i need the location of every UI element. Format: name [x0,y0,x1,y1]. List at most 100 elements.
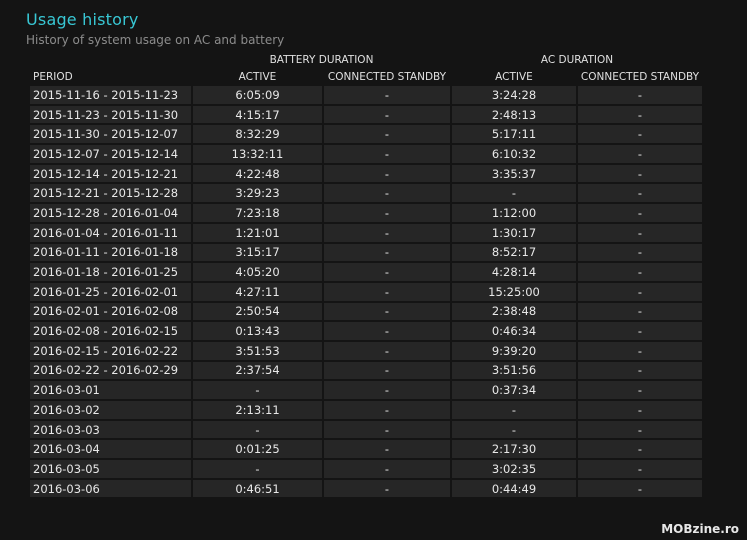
table-row: 2016-03-02 2:13:11- - - [30,401,702,419]
ac-standby-cell: - [578,243,702,262]
battery-active-cell: 2:13:11 [193,401,322,419]
battery-standby-cell: - [324,184,450,203]
ac-active-cell: 1:30:17 [452,223,576,242]
ac-active-cell: 2:48:13 [452,105,576,124]
battery-standby-cell: - [324,420,450,439]
ac-standby-cell: - [578,223,702,242]
battery-active-cell: 4:22:48 [193,164,322,183]
battery-active-cell: 4:05:20 [193,263,322,281]
ac-active-cell: 6:10:32 [452,145,576,163]
table-row: 2016-02-22 - 2016-02-29 2:37:54-3:51:56- [30,361,702,380]
battery-active-cell: 4:15:17 [193,105,322,124]
battery-standby-cell: - [324,86,450,104]
ac-active-cell: 2:38:48 [452,302,576,321]
table-row: 2016-03-01- -0:37:34- [30,381,702,399]
table-row: 2016-01-04 - 2016-01-11 1:21:01-1:30:17- [30,223,702,242]
period-cell: 2016-02-15 - 2016-02-22 [30,341,191,360]
table-row: 2015-12-21 - 2015-12-28 3:29:23- - - [30,184,702,203]
ac-standby-cell: - [578,145,702,163]
page-subtitle: History of system usage on AC and batter… [26,33,285,47]
period-cell: 2015-12-28 - 2016-01-04 [30,204,191,222]
battery-active-cell: 4:27:11 [193,282,322,301]
battery-duration-header: BATTERY DURATION [269,53,374,66]
group-header-row: BATTERY DURATION AC DURATION [30,52,702,67]
ac-active-cell: - [452,420,576,439]
ac-active-cell: 15:25:00 [452,282,576,301]
battery-active-cell: - [193,381,322,399]
battery-standby-cell: - [324,322,450,340]
ac-active-cell: 0:46:34 [452,322,576,340]
period-cell: 2016-01-11 - 2016-01-18 [30,243,191,262]
column-header-row: PERIOD ACTIVE CONNECTED STANDBY ACTIVE C… [30,69,702,84]
ac-standby-cell: - [578,460,702,478]
ac-standby-cell: - [578,440,702,459]
ac-standby-cell: - [578,401,702,419]
battery-standby-cell: - [324,164,450,183]
battery-active-cell: 2:37:54 [193,361,322,380]
battery-standby-cell: - [324,381,450,399]
ac-standby-cell: - [578,302,702,321]
table-body: 2015-11-16 - 2015-11-23 6:05:09-3:24:28-2… [30,86,702,498]
table-row: 2016-02-08 - 2016-02-15 0:13:43-0:46:34- [30,322,702,340]
ac-standby-cell: - [578,381,702,399]
ac-active-cell: 0:37:34 [452,381,576,399]
battery-active-column-header: ACTIVE [238,70,277,83]
battery-active-cell: 13:32:11 [193,145,322,163]
period-cell: 2016-03-04 [30,440,191,459]
table-row: 2016-01-11 - 2016-01-18 3:15:17-8:52:17- [30,243,702,262]
usage-history-page: Usage history History of system usage on… [0,0,747,540]
battery-active-cell: 1:21:01 [193,223,322,242]
ac-standby-cell: - [578,479,702,498]
ac-active-cell: 2:17:30 [452,440,576,459]
battery-active-cell: 3:29:23 [193,184,322,203]
battery-standby-column-header: CONNECTED STANDBY [327,70,447,83]
table-row: 2016-01-18 - 2016-01-25 4:05:20-4:28:14- [30,263,702,281]
battery-standby-cell: - [324,460,450,478]
ac-active-cell: 1:12:00 [452,204,576,222]
battery-standby-cell: - [324,105,450,124]
period-cell: 2015-11-23 - 2015-11-30 [30,105,191,124]
period-cell: 2016-02-01 - 2016-02-08 [30,302,191,321]
battery-standby-cell: - [324,243,450,262]
battery-standby-cell: - [324,401,450,419]
period-cell: 2016-01-25 - 2016-02-01 [30,282,191,301]
table-row: 2016-02-15 - 2016-02-22 3:51:53-9:39:20- [30,341,702,360]
period-cell: 2016-03-05 [30,460,191,478]
table-row: 2015-12-14 - 2015-12-21 4:22:48-3:35:37- [30,164,702,183]
table-row: 2015-12-28 - 2016-01-04 7:23:18-1:12:00- [30,204,702,222]
battery-active-cell: 6:05:09 [193,86,322,104]
ac-active-cell: 3:02:35 [452,460,576,478]
battery-standby-cell: - [324,302,450,321]
ac-active-cell: 8:52:17 [452,243,576,262]
period-cell: 2016-03-01 [30,381,191,399]
battery-active-cell: 0:01:25 [193,440,322,459]
period-cell: 2015-12-21 - 2015-12-28 [30,184,191,203]
battery-standby-cell: - [324,479,450,498]
ac-active-column-header: ACTIVE [495,70,533,83]
ac-standby-column-header: CONNECTED STANDBY [580,70,700,83]
ac-active-cell: - [452,184,576,203]
battery-standby-cell: - [324,440,450,459]
page-title: Usage history [26,10,139,29]
battery-standby-cell: - [324,361,450,380]
ac-standby-cell: - [578,164,702,183]
battery-active-cell: - [193,460,322,478]
group-header-spacer [30,52,191,67]
battery-active-cell: 0:13:43 [193,322,322,340]
table-row: 2016-03-03- - - - [30,420,702,439]
period-cell: 2015-11-16 - 2015-11-23 [30,86,191,104]
ac-standby-cell: - [578,322,702,340]
period-cell: 2016-02-22 - 2016-02-29 [30,361,191,380]
ac-standby-cell: - [578,204,702,222]
ac-duration-header: AC DURATION [540,53,614,66]
period-cell: 2016-03-06 [30,479,191,498]
battery-active-cell: 7:23:18 [193,204,322,222]
ac-standby-cell: - [578,105,702,124]
battery-active-cell: 0:46:51 [193,479,322,498]
ac-standby-cell: - [578,282,702,301]
period-column-header: PERIOD [33,70,73,83]
table-row: 2015-12-07 - 2015-12-14 13:32:11-6:10:32- [30,145,702,163]
table-row: 2016-03-05- -3:02:35- [30,460,702,478]
period-cell: 2016-01-18 - 2016-01-25 [30,263,191,281]
battery-active-cell: 3:51:53 [193,341,322,360]
